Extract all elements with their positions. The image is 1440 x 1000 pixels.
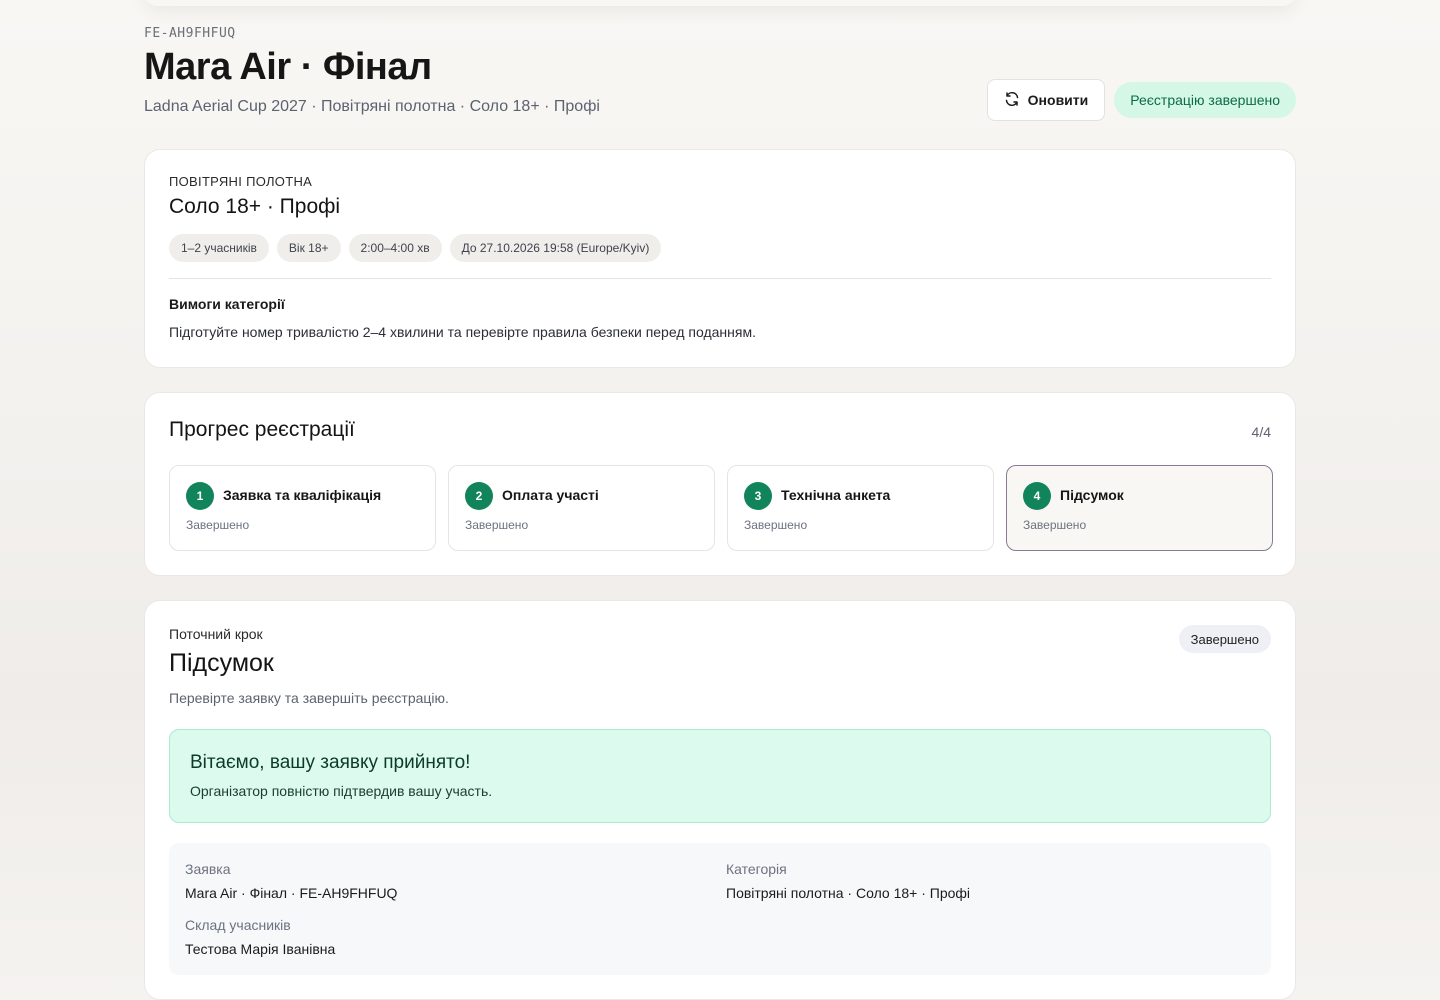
current-step-description: Перевірте заявку та завершіть реєстрацію… bbox=[169, 690, 449, 706]
step-status: Завершено bbox=[1023, 518, 1087, 532]
chip-deadline: До 27.10.2026 19:58 (Europe/Kyiv) bbox=[449, 234, 662, 262]
step-status: Завершено bbox=[744, 518, 808, 532]
success-title: Вітаємо, вашу заявку прийнято! bbox=[190, 752, 471, 773]
progress-steps: 1 Заявка та кваліфікація Завершено 2 Опл… bbox=[169, 465, 1273, 551]
step-item-4[interactable]: 4 Підсумок Завершено bbox=[1006, 465, 1273, 551]
refresh-button[interactable]: Оновити bbox=[986, 79, 1106, 121]
step-status: Завершено bbox=[186, 518, 250, 532]
registration-code: FE-AH9FHFUQ bbox=[144, 26, 236, 41]
summary-panel: Заявка Mara Air · Фінал · FE-AH9FHFUQ Ка… bbox=[169, 843, 1271, 975]
step-number-badge: 4 bbox=[1023, 482, 1051, 510]
page: FE-AH9FHFUQ Mara Air · Фінал Ladna Aeria… bbox=[144, 0, 1296, 1000]
page-title: Mara Air · Фінал bbox=[144, 46, 432, 88]
step-number-badge: 2 bbox=[465, 482, 493, 510]
progress-title: Прогрес реєстрації bbox=[169, 418, 355, 441]
page-subtitle: Ladna Aerial Cup 2027 · Повітряні полотн… bbox=[144, 98, 600, 115]
success-text: Організатор повністю підтвердив вашу уча… bbox=[190, 783, 493, 799]
current-step-status-badge: Завершено bbox=[1178, 625, 1271, 653]
current-step-card: Поточний крок Підсумок Перевірте заявку … bbox=[144, 600, 1296, 1000]
step-number-badge: 1 bbox=[186, 482, 214, 510]
category-card: ПОВІТРЯНІ ПОЛОТНА Соло 18+ · Профі 1–2 у… bbox=[144, 149, 1296, 368]
chip-age: Вік 18+ bbox=[276, 234, 341, 262]
summary-participants-value: Тестова Марія Іванівна bbox=[185, 941, 336, 957]
summary-application-value: Mara Air · Фінал · FE-AH9FHFUQ bbox=[185, 885, 398, 901]
refresh-button-label: Оновити bbox=[1027, 92, 1089, 108]
category-discipline: ПОВІТРЯНІ ПОЛОТНА bbox=[169, 174, 313, 189]
chip-participants: 1–2 учасників bbox=[169, 234, 269, 262]
progress-count: 4/4 bbox=[1251, 424, 1271, 440]
summary-participants-label: Склад учасників bbox=[185, 917, 291, 933]
requirements-text: Підготуйте номер тривалістю 2–4 хвилини … bbox=[169, 324, 756, 340]
step-title: Заявка та кваліфікація bbox=[223, 487, 382, 503]
chip-duration: 2:00–4:00 хв bbox=[348, 234, 442, 262]
current-step-title: Підсумок bbox=[169, 649, 274, 677]
summary-category-value: Повітряні полотна · Соло 18+ · Профі bbox=[726, 885, 971, 901]
step-item-3[interactable]: 3 Технічна анкета Завершено bbox=[727, 465, 994, 551]
summary-category-label: Категорія bbox=[726, 861, 787, 877]
step-number-badge: 3 bbox=[744, 482, 772, 510]
page-header: FE-AH9FHFUQ Mara Air · Фінал Ladna Aeria… bbox=[144, 0, 1296, 150]
progress-card: Прогрес реєстрації 4/4 1 Заявка та квалі… bbox=[144, 392, 1296, 576]
step-title: Технічна анкета bbox=[781, 487, 891, 503]
refresh-icon bbox=[1004, 91, 1020, 110]
requirements-label: Вимоги категорії bbox=[169, 296, 285, 312]
success-alert: Вітаємо, вашу заявку прийнято! Організат… bbox=[169, 729, 1271, 823]
step-item-2[interactable]: 2 Оплата участі Завершено bbox=[448, 465, 715, 551]
step-status: Завершено bbox=[465, 518, 529, 532]
category-chips: 1–2 учасників Вік 18+ 2:00–4:00 хв До 27… bbox=[169, 234, 662, 262]
divider bbox=[169, 278, 1271, 279]
summary-application-label: Заявка bbox=[185, 861, 231, 877]
registration-status-badge: Реєстрацію завершено bbox=[1114, 82, 1296, 118]
step-title: Підсумок bbox=[1060, 487, 1124, 503]
step-title: Оплата участі bbox=[502, 487, 599, 503]
header-actions: Оновити Реєстрацію завершено bbox=[986, 79, 1296, 121]
current-step-kicker: Поточний крок bbox=[169, 626, 263, 642]
step-item-1[interactable]: 1 Заявка та кваліфікація Завершено bbox=[169, 465, 436, 551]
category-title: Соло 18+ · Профі bbox=[169, 195, 341, 218]
